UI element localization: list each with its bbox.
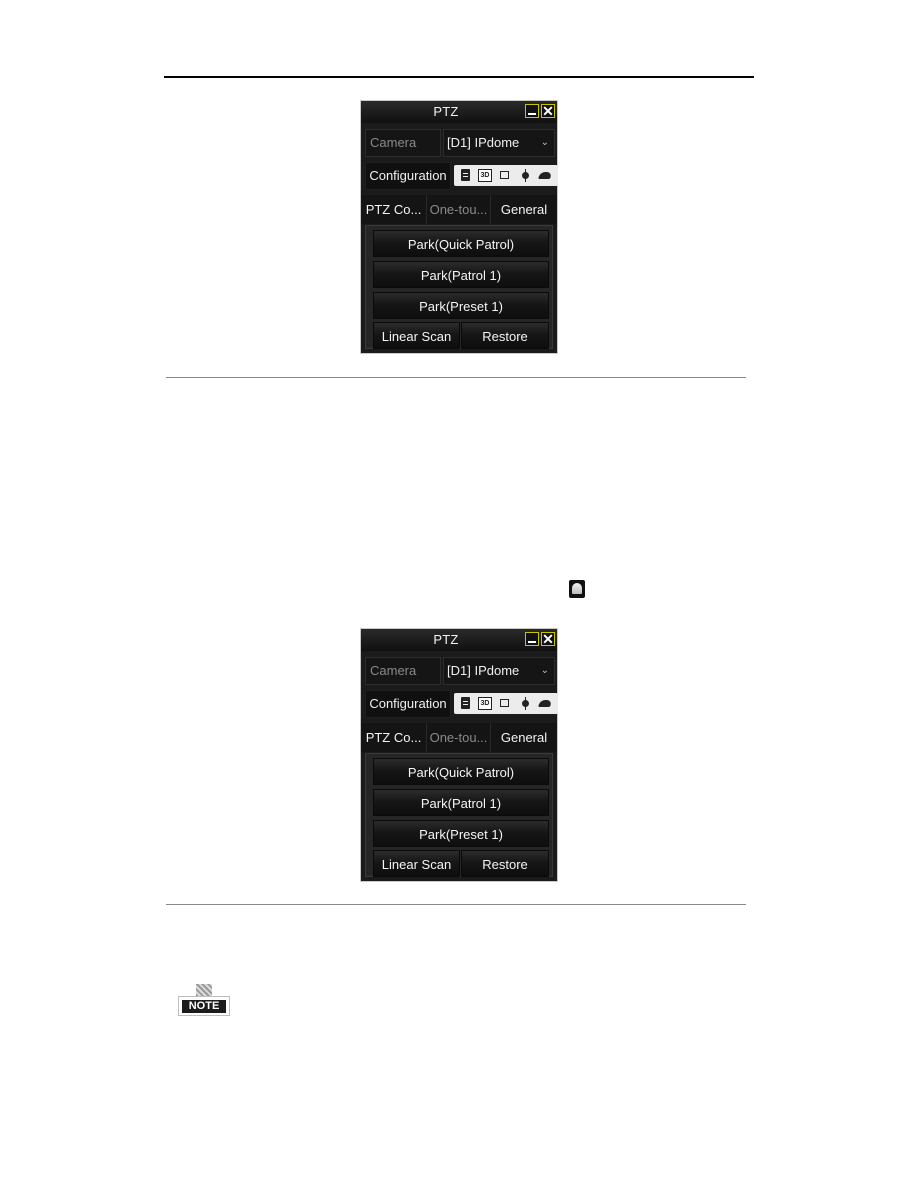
window-title: PTZ (433, 104, 459, 119)
restore-button[interactable]: Restore (461, 850, 549, 877)
tab-general[interactable]: General (491, 723, 557, 752)
linear-scan-button[interactable]: Linear Scan (373, 322, 460, 349)
tab-one-touch[interactable]: One-tou... (427, 723, 491, 752)
configuration-row: Configuration 3D (365, 162, 558, 190)
camera-select-value: [D1] IPdome (447, 135, 520, 150)
tab-bar: PTZ Co... One-tou... General (361, 723, 557, 752)
park-patrol-1-button[interactable]: Park(Patrol 1) (373, 789, 549, 816)
note-plate: NOTE (178, 996, 230, 1016)
tab-ptz-control[interactable]: PTZ Co... (361, 195, 427, 224)
figure-divider (166, 377, 746, 378)
minimize-button[interactable] (525, 104, 539, 118)
dome-camera-icon (569, 580, 585, 598)
window-title: PTZ (433, 632, 459, 647)
close-button[interactable]: ✕ (541, 631, 555, 647)
chevron-down-icon: ⌄ (540, 665, 549, 676)
close-icon: ✕ (542, 103, 554, 119)
note-clip-graphic (196, 984, 212, 996)
park-preset-1-button[interactable]: Park(Preset 1) (373, 292, 549, 319)
frame-icon[interactable] (498, 697, 512, 710)
page-header-rule (164, 76, 754, 78)
close-button[interactable]: ✕ (541, 103, 555, 119)
figure-divider (166, 904, 746, 905)
wiper-icon[interactable] (538, 169, 552, 182)
one-touch-panel: Park(Quick Patrol) Park(Patrol 1) Park(P… (365, 753, 553, 877)
configuration-button[interactable]: Configuration (365, 690, 451, 718)
park-patrol-1-button[interactable]: Park(Patrol 1) (373, 261, 549, 288)
light-icon[interactable] (518, 697, 532, 710)
close-icon: ✕ (542, 631, 554, 647)
camera-select-value: [D1] IPdome (447, 663, 520, 678)
linear-scan-button[interactable]: Linear Scan (373, 850, 460, 877)
configuration-button[interactable]: Configuration (365, 162, 451, 190)
tab-bar: PTZ Co... One-tou... General (361, 195, 557, 224)
3d-icon[interactable]: 3D (478, 169, 492, 182)
chevron-down-icon: ⌄ (540, 137, 549, 148)
3d-icon[interactable]: 3D (478, 697, 492, 710)
ptz-toolbar: 3D (454, 165, 558, 186)
ptz-toolbar: 3D (454, 693, 558, 714)
ptz-dialog-figure-2: PTZ ✕ Camera [D1] IPdome ⌄ Configuration… (360, 628, 558, 882)
menu-icon[interactable] (459, 697, 473, 710)
tab-ptz-control[interactable]: PTZ Co... (361, 723, 427, 752)
ptz-dialog-figure-1: PTZ ✕ Camera [D1] IPdome ⌄ Configuration… (360, 100, 558, 354)
note-icon: NOTE (178, 984, 234, 1018)
camera-select[interactable]: [D1] IPdome ⌄ (443, 129, 555, 157)
park-quick-patrol-button[interactable]: Park(Quick Patrol) (373, 758, 549, 785)
ptz-titlebar: PTZ ✕ (361, 101, 557, 123)
menu-icon[interactable] (459, 169, 473, 182)
park-quick-patrol-button[interactable]: Park(Quick Patrol) (373, 230, 549, 257)
light-icon[interactable] (518, 169, 532, 182)
tab-general[interactable]: General (491, 195, 557, 224)
one-touch-panel: Park(Quick Patrol) Park(Patrol 1) Park(P… (365, 225, 553, 349)
camera-select[interactable]: [D1] IPdome ⌄ (443, 657, 555, 685)
tab-one-touch[interactable]: One-tou... (427, 195, 491, 224)
configuration-row: Configuration 3D (365, 690, 558, 718)
wiper-icon[interactable] (538, 697, 552, 710)
camera-row: Camera [D1] IPdome ⌄ (365, 129, 555, 157)
restore-button[interactable]: Restore (461, 322, 549, 349)
minimize-button[interactable] (525, 632, 539, 646)
camera-label: Camera (365, 657, 441, 685)
camera-row: Camera [D1] IPdome ⌄ (365, 657, 555, 685)
frame-icon[interactable] (498, 169, 512, 182)
camera-label: Camera (365, 129, 441, 157)
park-preset-1-button[interactable]: Park(Preset 1) (373, 820, 549, 847)
note-label: NOTE (182, 1000, 226, 1013)
ptz-titlebar: PTZ ✕ (361, 629, 557, 651)
